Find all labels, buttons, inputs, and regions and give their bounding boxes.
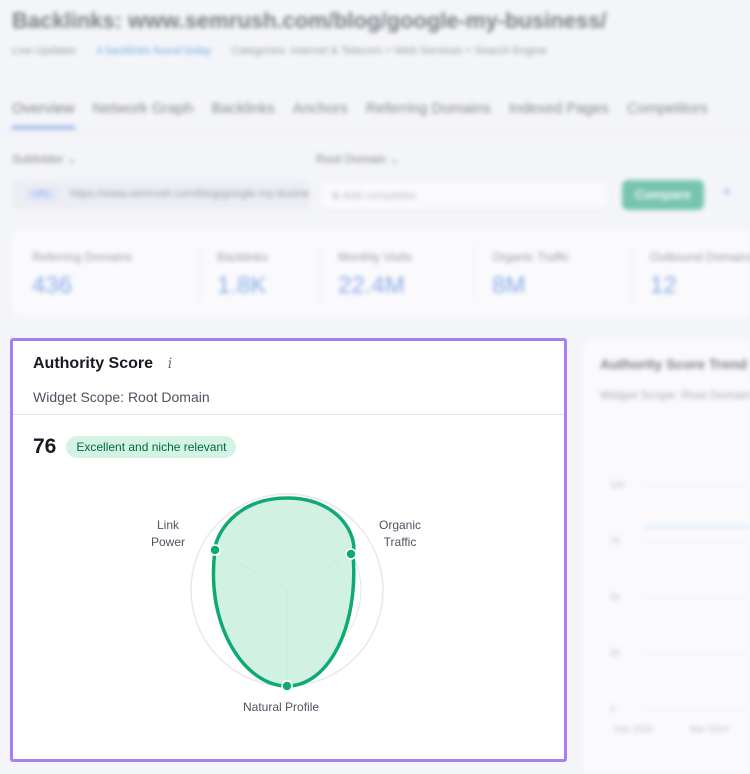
trend-scope: Widget Scope: Root Domain [600,388,750,402]
url-type-tag: URL [26,188,59,201]
metric-backlinks[interactable]: Backlinks 1.8K [217,250,268,300]
authority-score-value: 76 [33,435,57,458]
metric-referring-domains[interactable]: Referring Domains 436 [32,250,132,300]
tab-divider [0,132,750,133]
live-updates-label: Live Updates [12,45,77,57]
radar-axes [214,549,352,686]
score-row: 76 Excellent and niche relevant [13,415,564,459]
radar-area [211,496,356,688]
tab-anchors[interactable]: Anchors [293,100,348,129]
tab-referring-domains[interactable]: Referring Domains [366,100,491,129]
metric-monthly-visits[interactable]: Monthly Visits 22.4M [338,250,412,300]
authority-score-card: Authority Score i Widget Scope: Root Dom… [10,338,567,762]
score-status-badge: Excellent and niche relevant [66,436,237,458]
backlinks-today-link[interactable]: 4 backlinks found today [96,45,211,57]
link-power-point[interactable] [209,544,221,556]
organic-traffic-point[interactable] [345,548,357,560]
authority-trend-panel: Authority Score Trend Widget Scope: Root… [584,340,750,774]
tab-indexed-pages[interactable]: Indexed Pages [509,100,609,129]
info-icon[interactable]: i [165,356,175,372]
scope-selector-right[interactable]: Root Domain ⌄ [316,152,399,166]
widget-scope: Widget Scope: Root Domain [33,389,210,405]
chevron-down-icon: ⌄ [66,152,77,166]
categories-text: Categories: Internet & Telecom > Web Ser… [231,45,547,57]
tab-network-graph[interactable]: Network Graph [93,100,194,129]
page-subinfo: Live Updates 4 backlinks found today Cat… [12,45,547,57]
card-header: Authority Score i Widget Scope: Root Dom… [13,341,564,415]
compare-button[interactable]: Compare [622,180,704,210]
add-competitor-icon[interactable]: + [722,184,731,202]
scope-selector-left[interactable]: Subfolder ⌄ [12,152,77,166]
trend-title: Authority Score Trend [600,356,748,372]
page-title: Backlinks: www.semrush.com/blog/google-m… [12,8,607,33]
natural-profile-label: Natural Profile [243,700,320,714]
competitor-input[interactable]: ⊕ Add competitor [318,180,610,210]
radar-grid-rings [212,515,362,665]
tab-overview[interactable]: Overview [12,100,75,129]
metric-outbound-domains[interactable]: Outbound Domains 12 [650,250,750,300]
trend-line [644,526,750,528]
link-power-label: Link Power [151,518,186,549]
tab-competitors[interactable]: Competitors [627,100,708,129]
natural-profile-point[interactable] [281,680,293,692]
url-field[interactable]: URL https://www.semrush.com/blog/google-m… [12,180,310,210]
organic-traffic-label: Organic Traffic [379,518,422,549]
tab-backlinks[interactable]: Backlinks [211,100,274,129]
chevron-down-icon: ⌄ [389,152,400,166]
card-title: Authority Score [33,355,154,372]
metrics-panel: Referring Domains 436 Backlinks 1.8K Month… [12,230,750,316]
metric-organic-traffic[interactable]: Organic Traffic 8M [492,250,570,300]
plus-icon: ⊕ [331,190,341,202]
url-value: https://www.semrush.com/blog/google-my-b… [70,188,310,200]
radar-outer-ring [190,493,384,687]
tab-bar: Overview Network Graph Backlinks Anchors… [12,100,708,129]
